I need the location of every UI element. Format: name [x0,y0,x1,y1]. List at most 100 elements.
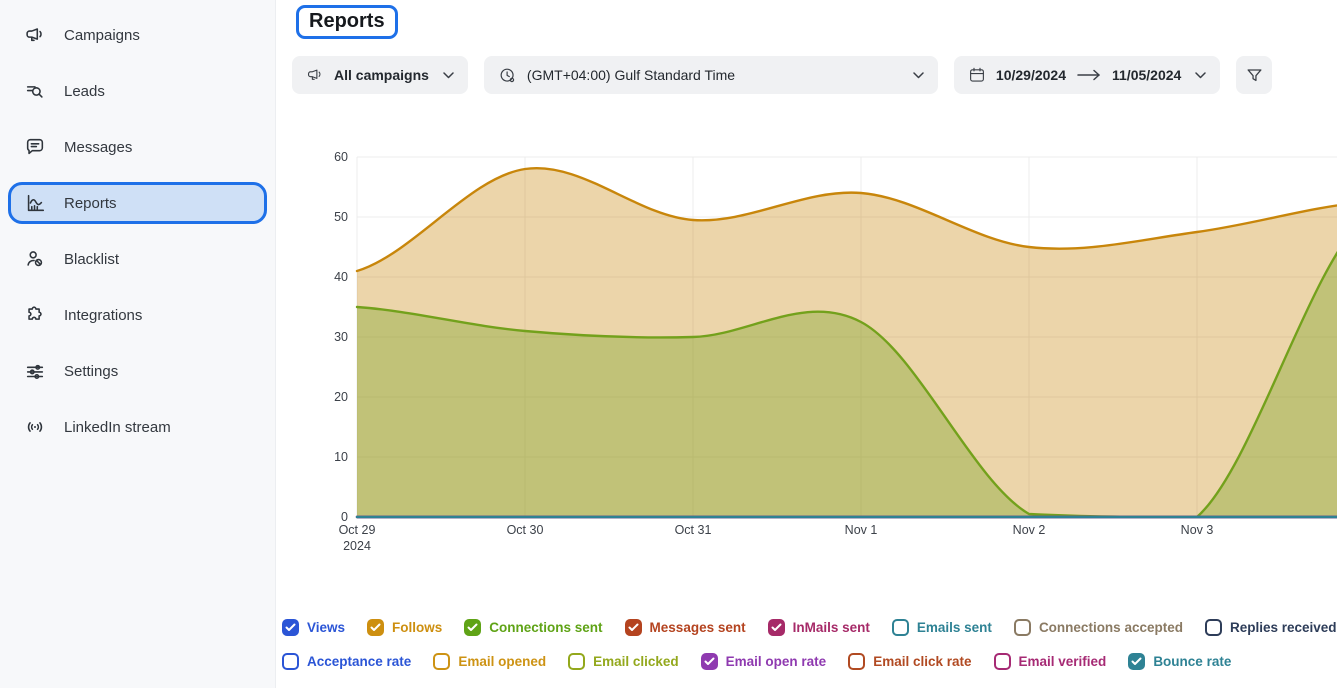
campaigns-filter-dropdown[interactable]: All campaigns [292,56,468,94]
legend-item-messages-sent[interactable]: Messages sent [625,619,746,636]
timezone-label: (GMT+04:00) Gulf Standard Time [527,67,899,83]
unchecked-checkbox-icon [282,653,299,670]
legend-item-connections-sent[interactable]: Connections sent [464,619,602,636]
checked-checkbox-icon [464,619,481,636]
legend-label: InMails sent [793,620,870,635]
svg-text:Oct 30: Oct 30 [507,523,544,537]
legend-label: Email opened [458,654,546,669]
unchecked-checkbox-icon [568,653,585,670]
broadcast-icon [24,416,46,438]
area-chart-canvas: 0102030405060Oct 292024Oct 30Oct 31Nov 1… [292,140,1337,570]
legend-item-email-open-rate[interactable]: Email open rate [701,653,827,670]
date-range-picker[interactable]: 10/29/2024 11/05/2024 [954,56,1220,94]
legend-item-follows[interactable]: Follows [367,619,442,636]
unchecked-checkbox-icon [1014,619,1031,636]
sidebar-item-messages[interactable]: Messages [8,126,267,168]
sidebar-item-blacklist[interactable]: Blacklist [8,238,267,280]
megaphone-icon [24,24,46,46]
checked-checkbox-icon [282,619,299,636]
unchecked-checkbox-icon [848,653,865,670]
svg-text:0: 0 [341,510,348,524]
calendar-icon [968,66,986,84]
legend-item-connections-accepted[interactable]: Connections accepted [1014,619,1183,636]
chevron-down-icon [913,72,924,79]
legend-label: Acceptance rate [307,654,411,669]
list-search-icon [24,80,46,102]
checked-checkbox-icon [625,619,642,636]
chart-legend: Views Follows Connections sent Messages sen… [282,614,1337,682]
sidebar-item-label: Settings [64,363,118,380]
clock-settings-icon [498,66,517,85]
legend-label: Follows [392,620,442,635]
sidebar-item-settings[interactable]: Settings [8,350,267,392]
svg-text:Oct 29: Oct 29 [339,523,376,537]
svg-text:40: 40 [334,270,348,284]
svg-text:Nov 3: Nov 3 [1181,523,1214,537]
date-to: 11/05/2024 [1112,67,1181,83]
checked-checkbox-icon [701,653,718,670]
chat-bubble-icon [24,136,46,158]
timezone-select[interactable]: (GMT+04:00) Gulf Standard Time [484,56,938,94]
legend-item-inmails-sent[interactable]: InMails sent [768,619,870,636]
legend-item-views[interactable]: Views [282,619,345,636]
user-block-icon [24,248,46,270]
app-window: Campaigns Leads Messages Reports [0,0,1337,688]
sidebar-item-label: Campaigns [64,27,140,44]
legend-item-replies-received[interactable]: Replies received [1205,619,1337,636]
arrow-right-icon [1076,69,1102,81]
legend-row: Acceptance rate Email opened Email clicked… [282,648,1337,674]
checked-checkbox-icon [367,619,384,636]
filter-toolbar: All campaigns (GMT+04:00) Gulf Standard … [292,56,1272,94]
page-title: Reports [296,5,398,39]
sidebar-item-label: Integrations [64,307,142,324]
legend-label: Connections sent [489,620,602,635]
reports-area-chart: 0102030405060Oct 292024Oct 30Oct 31Nov 1… [292,140,1337,570]
svg-text:Nov 2: Nov 2 [1013,523,1046,537]
sidebar-item-leads[interactable]: Leads [8,70,267,112]
legend-label: Email clicked [593,654,679,669]
filter-button[interactable] [1236,56,1272,94]
unchecked-checkbox-icon [433,653,450,670]
sidebar-item-campaigns[interactable]: Campaigns [8,14,267,56]
svg-text:60: 60 [334,150,348,164]
unchecked-checkbox-icon [892,619,909,636]
sidebar-item-integrations[interactable]: Integrations [8,294,267,336]
svg-text:20: 20 [334,390,348,404]
svg-text:30: 30 [334,330,348,344]
svg-text:50: 50 [334,210,348,224]
sidebar-item-label: LinkedIn stream [64,419,171,436]
legend-label: Bounce rate [1153,654,1231,669]
chevron-down-icon [1195,72,1206,79]
legend-label: Email verified [1019,654,1107,669]
legend-label: Views [307,620,345,635]
sidebar-item-label: Blacklist [64,251,119,268]
checked-checkbox-icon [1128,653,1145,670]
date-from: 10/29/2024 [996,67,1066,83]
unchecked-checkbox-icon [994,653,1011,670]
legend-item-email-verified[interactable]: Email verified [994,653,1107,670]
legend-label: Email open rate [726,654,827,669]
legend-label: Emails sent [917,620,992,635]
legend-item-acceptance-rate[interactable]: Acceptance rate [282,653,411,670]
legend-label: Email click rate [873,654,971,669]
legend-item-bounce-rate[interactable]: Bounce rate [1128,653,1231,670]
chart-icon [24,192,46,214]
legend-item-email-clicked[interactable]: Email clicked [568,653,679,670]
unchecked-checkbox-icon [1205,619,1222,636]
legend-label: Connections accepted [1039,620,1183,635]
megaphone-icon [306,66,324,84]
sidebar-item-label: Leads [64,83,105,100]
sidebar-item-label: Reports [64,195,117,212]
puzzle-icon [24,304,46,326]
sidebar-item-label: Messages [64,139,132,156]
svg-text:10: 10 [334,450,348,464]
sidebar-item-reports[interactable]: Reports [8,182,267,224]
legend-label: Messages sent [650,620,746,635]
funnel-icon [1246,67,1263,84]
legend-item-emails-sent[interactable]: Emails sent [892,619,992,636]
legend-item-email-click-rate[interactable]: Email click rate [848,653,971,670]
sidebar-item-linkedin-stream[interactable]: LinkedIn stream [8,406,267,448]
main-content: Reports All campaigns (GMT+04:00) Gulf S… [276,0,1337,688]
svg-text:Nov 1: Nov 1 [845,523,878,537]
legend-item-email-opened[interactable]: Email opened [433,653,546,670]
